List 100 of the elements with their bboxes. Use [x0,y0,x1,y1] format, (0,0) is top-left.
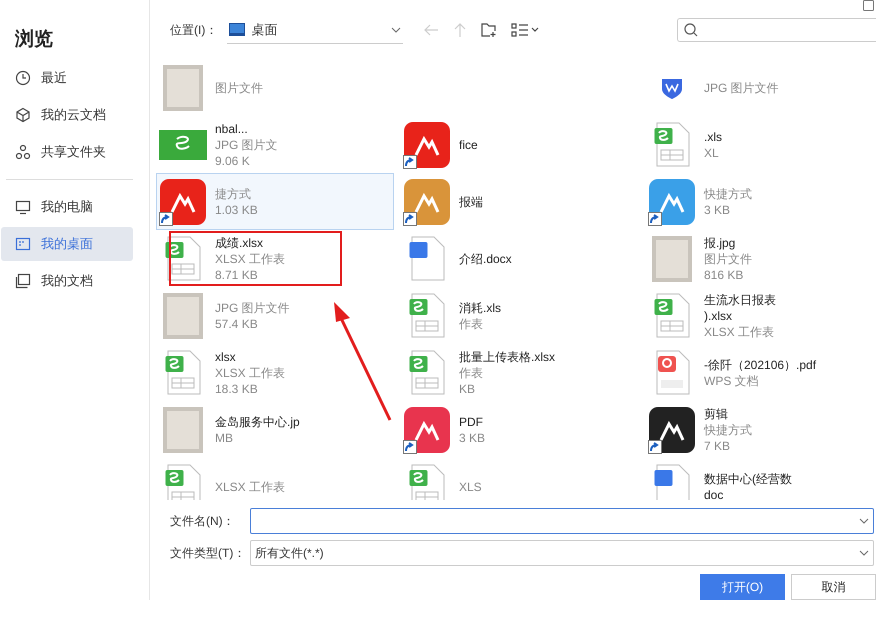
filename-field[interactable] [250,508,874,534]
file-name: 报端 [459,194,483,210]
spreadsheet-file-icon [409,350,445,396]
file-name: 介绍.docx [459,250,512,266]
document-file-icon [409,236,445,282]
file-type: XLSX 工作表 [215,364,286,380]
sidebar-item[interactable]: 我的文档 [1,264,133,298]
file-name: fice [459,136,478,152]
spreadsheet-file-icon [165,350,201,396]
file-name: xlsx [215,348,237,364]
file-type: XLSX 工作表 [704,324,776,340]
file-item[interactable]: 快捷方式 3 KB [645,173,870,230]
file-name: .xls [704,128,722,144]
sidebar-title: 浏览 [14,28,54,52]
file-type: XLS [459,478,482,494]
file-item[interactable]: 金岛服务中心.jp MB [156,401,394,458]
search-field[interactable] [677,18,876,42]
file-type: 作表 [459,364,484,380]
file-type: 图片文件 [215,80,263,96]
location-dropdown[interactable]: 桌面 [227,16,404,44]
file-type: XLSX 工作表 [215,250,286,266]
file-item[interactable]: 批量上传表格.xlsx 作表 KB [400,344,639,401]
location-label: 位置(I)： [170,22,218,38]
file-type: WPS 文档 [704,372,760,388]
file-name: doc [704,486,724,500]
file-size: 3 KB [459,430,486,446]
file-name: PDF [459,414,484,430]
chevron-down-icon [859,550,869,556]
file-item[interactable]: .xls XL [645,116,870,173]
file-size: 18.3 KB [215,380,259,396]
file-item[interactable]: PDF 3 KB [400,401,639,458]
file-item[interactable]: 介绍.docx [400,230,639,287]
file-size: 57.4 KB [215,316,259,332]
file-item[interactable]: XLS [400,458,639,500]
file-type: JPG 图片文件 [215,300,290,316]
file-name: nbal... [215,120,249,136]
file-type: 捷方式 [215,186,252,202]
photo-placeholder [652,236,692,282]
sidebar-item[interactable]: 我的云文档 [1,98,133,132]
file-type: 快捷方式 [704,186,752,202]
file-item[interactable]: 剪辑 快捷方式 7 KB [645,401,870,458]
file-item[interactable]: 消耗.xls 作表 [400,287,639,344]
sidebar-item[interactable]: 我的电脑 [1,190,133,224]
maximize-icon[interactable] [863,0,874,11]
cancel-button[interactable]: 取消 [791,574,876,600]
open-button[interactable]: 打开(O) [700,574,785,600]
monitor-icon [15,199,31,215]
filetype-dropdown[interactable]: 所有文件(*.*) [250,540,874,566]
share-icon [15,144,31,160]
photo-placeholder [163,292,203,338]
file-type: JPG 图片文 [215,136,278,152]
sidebar-item[interactable]: 共享文件夹 [1,135,133,169]
file-type: 作表 [459,316,484,332]
new-folder-icon[interactable] [481,22,498,38]
chevron-down-icon [391,26,402,32]
file-type: 快捷方式 [704,422,752,438]
desktop-icon [15,236,31,252]
file-item[interactable]: 数据中心(经营数 doc [645,458,870,500]
file-item[interactable]: 图片文件 [156,59,394,116]
sidebar-item[interactable]: 最近 [1,61,133,95]
file-size: 1.03 KB [215,202,258,218]
file-name: 报.jpg [704,234,736,250]
pdf-file-icon [654,350,690,396]
chevron-down-icon [859,518,869,524]
file-name: 数据中心(经营数 [704,470,792,486]
view-list-icon[interactable] [511,23,542,37]
monitor-icon [229,23,246,36]
filetype-label: 文件类型(T)： [170,544,246,562]
file-name: 消耗.xls [459,300,501,316]
file-size: 816 KB [704,266,744,282]
file-size: 3 KB [704,202,732,218]
file-item[interactable]: XLSX 工作表 [156,458,394,500]
clock-icon [15,70,31,86]
file-item[interactable]: 报.jpg 图片文件 816 KB [645,230,870,287]
spreadsheet-file-icon [654,122,690,168]
folder-icon [15,273,31,289]
spreadsheet-file-icon [165,464,201,500]
file-name: 金岛服务中心.jp [215,414,300,430]
spreadsheet-file-icon [654,292,690,338]
file-item[interactable]: nbal... JPG 图片文 9.06 K [156,116,394,173]
file-item[interactable]: JPG 图片文件 57.4 KB [156,287,394,344]
photo-placeholder [163,406,203,452]
spreadsheet-file-icon [409,292,445,338]
file-name: 成绩.xlsx [215,234,264,250]
file-item[interactable]: 生流水日报表 ).xlsx XLSX 工作表 [645,287,870,344]
file-size: MB [215,430,234,446]
spreadsheet-image-icon [159,130,207,160]
file-item[interactable]: 报端 [400,173,639,230]
file-item[interactable]: JPG 图片文件 [645,59,870,116]
file-item[interactable]: -徐阡（202106）.pdf WPS 文档 [645,344,870,401]
file-type: XLSX 工作表 [215,478,286,494]
file-item[interactable]: xlsx XLSX 工作表 18.3 KB [156,344,394,401]
file-item[interactable]: 成绩.xlsx XLSX 工作表 8.71 KB [156,230,394,287]
file-size: 9.06 K [215,152,251,168]
file-type: 图片文件 [704,250,752,266]
search-icon [684,23,698,37]
file-size: KB [459,380,476,396]
file-item[interactable]: fice [400,116,639,173]
sidebar-item[interactable]: 我的桌面 [1,227,133,261]
file-name: ).xlsx [704,308,733,324]
